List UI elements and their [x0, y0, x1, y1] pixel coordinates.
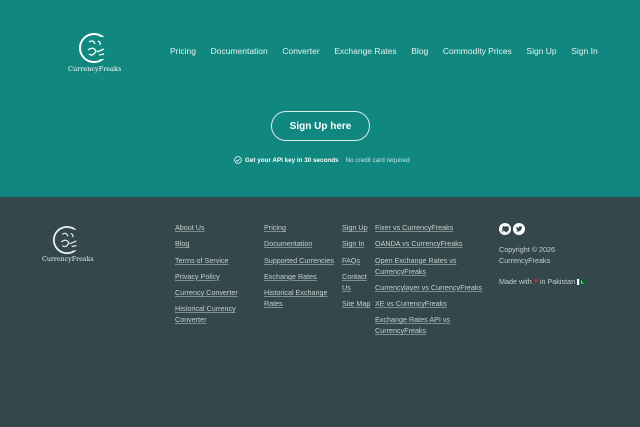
currencyfreaks-logo-icon — [52, 225, 82, 255]
footer-link[interactable]: Historical Currency Converter — [175, 303, 255, 325]
nav-commodity-prices[interactable]: Commodity Prices — [443, 45, 512, 57]
footer-link[interactable]: Blog — [175, 238, 255, 249]
footer-link[interactable]: Historical Exchange Rates — [264, 287, 336, 309]
hero-section: CurrencyFreaks Pricing Documentation Con… — [0, 0, 640, 197]
copyright-year: Copyright © 2026 — [499, 245, 556, 254]
copyright-owner: CurrencyFreaks — [499, 256, 551, 265]
no-card-text: No credit card required — [345, 156, 410, 164]
footer-column-comparisons: Fixer vs CurrencyFreaks OANDA vs Currenc… — [375, 222, 495, 342]
api-key-note: Get your API key in 30 seconds No credit… — [234, 156, 410, 164]
footer-link[interactable]: Contact Us — [342, 271, 372, 293]
footer-brand-logo[interactable]: CurrencyFreaks — [42, 225, 94, 263]
heart-icon: ♥ — [533, 278, 538, 285]
footer-column-account: Sign Up Sign In FAQs Contact Us Site Map — [342, 222, 372, 314]
nav-converter[interactable]: Converter — [282, 45, 319, 57]
made-in-country: in Pakistan — [539, 277, 576, 286]
twitter-icon[interactable] — [513, 222, 525, 235]
brand-logo[interactable]: CurrencyFreaks — [68, 32, 122, 73]
footer-link[interactable]: Sign In — [342, 238, 372, 249]
made-with-note: Made with ♥ in Pakistan — [499, 276, 587, 287]
main-nav: Pricing Documentation Converter Exchange… — [170, 45, 598, 57]
footer-link[interactable]: Terms of Service — [175, 255, 255, 266]
nav-exchange-rates[interactable]: Exchange Rates — [334, 45, 396, 57]
footer-link[interactable]: About Us — [175, 222, 255, 233]
footer-brand-name: CurrencyFreaks — [42, 256, 94, 263]
pakistan-flag-icon — [577, 278, 587, 285]
footer-link[interactable]: Open Exchange Rates vs CurrencyFreaks — [375, 255, 495, 277]
footer-link[interactable]: OANDA vs CurrencyFreaks — [375, 238, 495, 249]
footer-link[interactable]: Exchange Rates API vs CurrencyFreaks — [375, 314, 495, 336]
sign-up-button[interactable]: Sign Up here — [271, 111, 370, 141]
footer-link[interactable]: XE vs CurrencyFreaks — [375, 298, 495, 309]
footer-link[interactable]: Sign Up — [342, 222, 372, 233]
api-key-text: Get your API key in 30 seconds — [245, 156, 339, 164]
footer-column-product: Pricing Documentation Supported Currenci… — [264, 222, 336, 314]
footer-link[interactable]: Documentation — [264, 238, 336, 249]
social-links — [499, 222, 527, 235]
footer-link[interactable]: Currencylayer vs CurrencyFreaks — [375, 282, 495, 293]
footer-link[interactable]: Pricing — [264, 222, 336, 233]
nav-sign-in[interactable]: Sign In — [571, 45, 597, 57]
footer-link[interactable]: FAQs — [342, 255, 372, 266]
footer-link[interactable]: Exchange Rates — [264, 271, 336, 282]
currencyfreaks-logo-icon — [79, 33, 110, 63]
nav-documentation[interactable]: Documentation — [211, 45, 268, 57]
brand-name: CurrencyFreaks — [68, 65, 122, 73]
footer-link[interactable]: Currency Converter — [175, 287, 255, 298]
copyright: Copyright © 2026 CurrencyFreaks — [499, 244, 579, 266]
footer-column-company: About Us Blog Terms of Service Privacy P… — [175, 222, 255, 331]
footer-link[interactable]: Privacy Policy — [175, 271, 255, 282]
check-circle-icon — [234, 156, 242, 164]
footer-link[interactable]: Supported Currencies — [264, 255, 336, 266]
nav-pricing[interactable]: Pricing — [170, 45, 196, 57]
made-with-prefix: Made with — [499, 277, 532, 286]
footer-link[interactable]: Site Map — [342, 298, 372, 309]
github-icon[interactable] — [499, 222, 511, 235]
nav-blog[interactable]: Blog — [411, 45, 428, 57]
footer-link[interactable]: Fixer vs CurrencyFreaks — [375, 222, 495, 233]
nav-sign-up[interactable]: Sign Up — [526, 45, 556, 57]
